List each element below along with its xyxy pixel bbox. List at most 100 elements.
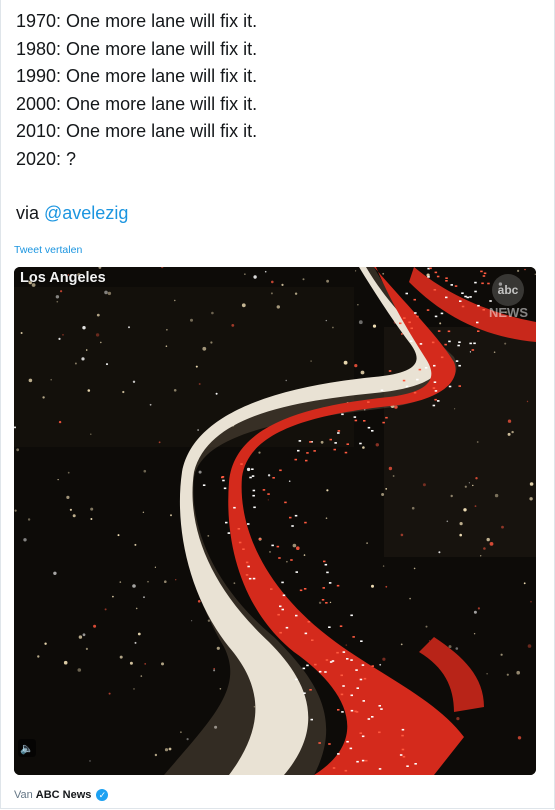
car-light (413, 298, 416, 301)
car-light (337, 709, 340, 711)
car-light (249, 476, 252, 479)
car-light (238, 541, 242, 544)
car-light (431, 341, 435, 344)
city-light (137, 632, 141, 636)
car-light (253, 506, 256, 509)
car-light (361, 664, 365, 666)
car-light (344, 769, 348, 772)
car-light (356, 760, 359, 763)
car-light (355, 669, 358, 671)
city-light (456, 717, 460, 721)
city-light (493, 351, 496, 353)
city-light (392, 475, 395, 477)
car-light (298, 440, 302, 442)
car-light (328, 626, 331, 628)
car-light (303, 692, 306, 694)
city-light (483, 547, 486, 550)
translate-tweet-link[interactable]: Tweet vertalen (14, 244, 82, 256)
city-light (269, 551, 271, 553)
city-light (468, 482, 470, 484)
video-player[interactable]: Los Angeles abc NEWS 🔈 (14, 267, 536, 775)
city-light (281, 283, 284, 286)
city-light (170, 514, 172, 517)
city-light (326, 279, 329, 283)
car-light (469, 296, 472, 298)
city-light (14, 426, 16, 429)
city-light (58, 337, 61, 340)
car-light (313, 450, 316, 452)
city-light (42, 396, 45, 399)
car-light (303, 588, 307, 590)
car-light (378, 731, 381, 734)
car-light (299, 589, 303, 592)
car-light (270, 588, 273, 590)
city-light (108, 692, 111, 695)
car-light (444, 343, 447, 346)
car-light (337, 753, 340, 755)
car-light (323, 560, 326, 563)
car-light (295, 678, 298, 681)
car-light (295, 571, 298, 573)
tweet-line-2020: 2020: ? (16, 148, 77, 169)
city-light (66, 495, 70, 499)
city-light (473, 610, 477, 614)
car-light (413, 391, 417, 394)
city-light (302, 278, 305, 281)
car-light (251, 475, 255, 477)
car-light (464, 295, 467, 298)
city-light (112, 595, 114, 598)
city-light (534, 273, 536, 275)
mention-link[interactable]: @avelezig (44, 203, 128, 223)
car-light (306, 664, 309, 667)
speaker-icon[interactable]: 🔈 (18, 739, 36, 757)
car-light (450, 284, 453, 286)
city-light (524, 268, 526, 271)
car-light (363, 420, 366, 422)
car-light (469, 342, 472, 345)
car-light (272, 477, 275, 479)
city-light (345, 644, 348, 646)
car-light (340, 693, 344, 696)
city-light (197, 600, 201, 603)
car-light (477, 330, 480, 332)
car-light (359, 442, 362, 445)
car-light (445, 280, 448, 282)
car-light (306, 452, 309, 454)
car-light (447, 330, 451, 333)
city-light (267, 474, 271, 477)
car-light (252, 489, 256, 492)
city-light (74, 362, 77, 365)
car-light (487, 282, 490, 285)
city-light (27, 518, 31, 521)
city-light (85, 349, 88, 351)
city-light (158, 441, 161, 444)
car-light (440, 356, 444, 359)
car-light (402, 755, 406, 758)
car-light (279, 631, 282, 634)
city-light (144, 663, 147, 665)
city-light (90, 518, 93, 520)
car-light (281, 608, 284, 611)
car-light (432, 387, 436, 389)
car-light (252, 494, 255, 497)
city-light (285, 379, 287, 382)
city-light (343, 360, 348, 365)
verified-badge-icon: ✓ (96, 789, 109, 801)
source-name[interactable]: ABC News (36, 789, 92, 801)
city-light (362, 446, 365, 449)
news-watermark: NEWS (489, 305, 528, 320)
city-light (296, 546, 300, 550)
car-light (477, 304, 480, 307)
car-light (433, 381, 437, 383)
car-light (282, 594, 286, 597)
car-light (310, 718, 313, 721)
city-light (233, 582, 236, 585)
city-light (132, 380, 136, 383)
car-light (285, 626, 289, 629)
city-light (382, 657, 386, 661)
city-light (504, 342, 507, 345)
city-light (360, 370, 365, 375)
city-light (258, 451, 261, 454)
city-light (355, 270, 357, 272)
city-light (100, 341, 102, 344)
